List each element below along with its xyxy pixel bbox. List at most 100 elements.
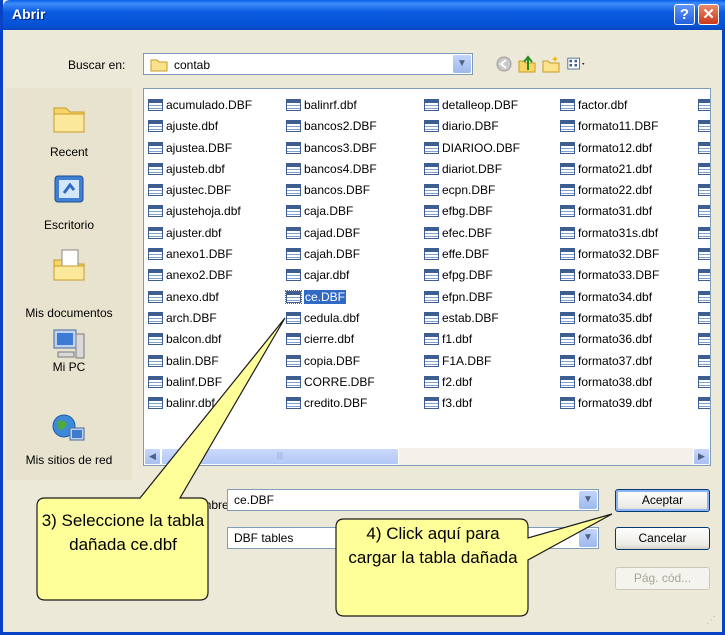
file-item[interactable]: cierre.dbf [286,331,377,352]
file-item[interactable]: ajustec.DBF [148,182,252,203]
file-item[interactable]: formato31s.dbf [560,225,659,246]
file-item[interactable]: formato33.DBF [560,267,659,288]
file-item[interactable]: CORRE.DBF [286,374,377,395]
file-item[interactable]: formato22.dbf [560,182,659,203]
file-item[interactable]: ajustea.DBF [148,140,252,161]
horizontal-scrollbar[interactable]: ◀ ||| ▶ [144,448,710,465]
file-item[interactable]: bancos3.DBF [286,140,377,161]
file-item[interactable]: copia.DBF [286,353,377,374]
lookin-combo[interactable]: contab ▼ [143,53,473,75]
resize-grip-icon[interactable]: ⋰ [706,615,716,626]
new-folder-icon[interactable] [541,55,561,73]
back-icon[interactable] [494,55,514,73]
file-item[interactable] [698,267,710,288]
chevron-down-icon[interactable]: ▼ [579,491,597,509]
file-item[interactable] [698,395,710,416]
scroll-right-icon[interactable]: ▶ [693,448,710,465]
file-item[interactable]: estab.DBF [424,310,520,331]
file-item[interactable]: balinrf.dbf [286,97,377,118]
file-item[interactable]: balinr.dbf [148,395,252,416]
file-item[interactable] [698,97,710,118]
file-item[interactable]: anexo1.DBF [148,246,252,267]
up-folder-icon[interactable] [517,55,537,73]
file-item[interactable]: diario.DBF [424,118,520,139]
file-item[interactable]: ajustehoja.dbf [148,203,252,224]
file-item[interactable]: efec.DBF [424,225,520,246]
file-item[interactable]: ajuster.dbf [148,225,252,246]
file-item[interactable]: formato38.dbf [560,374,659,395]
views-menu-icon[interactable] [567,55,587,73]
file-item[interactable]: DIARIOO.DBF [424,140,520,161]
file-item[interactable]: effe.DBF [424,246,520,267]
file-item[interactable]: formato39.dbf [560,395,659,416]
file-item[interactable]: caja.DBF [286,203,377,224]
file-item[interactable]: detalleop.DBF [424,97,520,118]
file-column: acumulado.DBF ajuste.dbf ajustea.DBF ajuste… [148,97,252,416]
file-item[interactable]: balinf.DBF [148,374,252,395]
title-bar[interactable]: Abrir ? ✕ [3,0,725,30]
file-item[interactable] [698,331,710,352]
file-item[interactable] [698,353,710,374]
file-item[interactable]: cajad.DBF [286,225,377,246]
file-item[interactable]: formato32.DBF [560,246,659,267]
file-item[interactable]: bancos2.DBF [286,118,377,139]
file-item[interactable] [698,203,710,224]
file-item[interactable]: ajusteb.dbf [148,161,252,182]
file-item[interactable]: formato34.dbf [560,289,659,310]
file-item[interactable] [698,140,710,161]
scroll-thumb[interactable]: ||| [161,448,399,465]
chevron-down-icon[interactable]: ▼ [453,55,471,73]
file-item[interactable] [698,182,710,203]
file-item[interactable]: factor.dbf [560,97,659,118]
file-list[interactable]: acumulado.DBF ajuste.dbf ajustea.DBF ajuste… [143,88,711,466]
file-item[interactable] [698,310,710,331]
file-name: arch.DBF [166,310,217,325]
file-item[interactable] [698,225,710,246]
file-item[interactable]: efbg.DBF [424,203,520,224]
codepage-button[interactable]: Pág. cód... [615,567,710,590]
file-item[interactable]: f2.dbf [424,374,520,395]
file-item[interactable]: cajar.dbf [286,267,377,288]
file-item[interactable] [698,161,710,182]
file-item[interactable]: balin.DBF [148,353,252,374]
file-item[interactable]: formato35.dbf [560,310,659,331]
file-item[interactable]: formato11.DBF [560,118,659,139]
accept-button[interactable]: Aceptar [615,489,710,512]
file-item[interactable] [698,118,710,139]
file-item[interactable]: f1.dbf [424,331,520,352]
close-button[interactable]: ✕ [698,4,719,25]
file-item[interactable]: acumulado.DBF [148,97,252,118]
file-item[interactable]: credito.DBF [286,395,377,416]
file-item[interactable]: bancos4.DBF [286,161,377,182]
file-item[interactable]: efpg.DBF [424,267,520,288]
filename-input[interactable]: ce.DBF ▼ [227,489,599,511]
file-item[interactable]: formato36.dbf [560,331,659,352]
file-item[interactable]: diariot.DBF [424,161,520,182]
file-item[interactable]: ce.DBF [285,289,377,310]
file-item[interactable]: formato31.dbf [560,203,659,224]
file-item[interactable]: balcon.dbf [148,331,252,352]
file-item[interactable]: F1A.DBF [424,353,520,374]
file-item[interactable] [698,246,710,267]
file-item[interactable]: anexo.dbf [148,289,252,310]
file-item[interactable]: bancos.DBF [286,182,377,203]
help-button[interactable]: ? [674,4,695,25]
scroll-left-icon[interactable]: ◀ [144,448,161,465]
file-item[interactable]: formato37.dbf [560,353,659,374]
file-item[interactable]: ecpn.DBF [424,182,520,203]
file-item[interactable] [698,374,710,395]
file-item[interactable]: cedula.dbf [286,310,377,331]
cancel-button[interactable]: Cancelar [615,527,710,550]
file-item[interactable] [698,289,710,310]
file-item[interactable]: formato12.dbf [560,140,659,161]
file-item[interactable]: formato21.dbf [560,161,659,182]
file-item[interactable]: ajuste.dbf [148,118,252,139]
file-item[interactable]: anexo2.DBF [148,267,252,288]
file-item[interactable]: arch.DBF [148,310,252,331]
chevron-down-icon[interactable]: ▼ [579,529,597,547]
file-item[interactable]: efpn.DBF [424,289,520,310]
file-item[interactable]: cajah.DBF [286,246,377,267]
table-file-icon [560,354,575,367]
file-name: formato31s.dbf [578,225,659,240]
file-item[interactable]: f3.dbf [424,395,520,416]
